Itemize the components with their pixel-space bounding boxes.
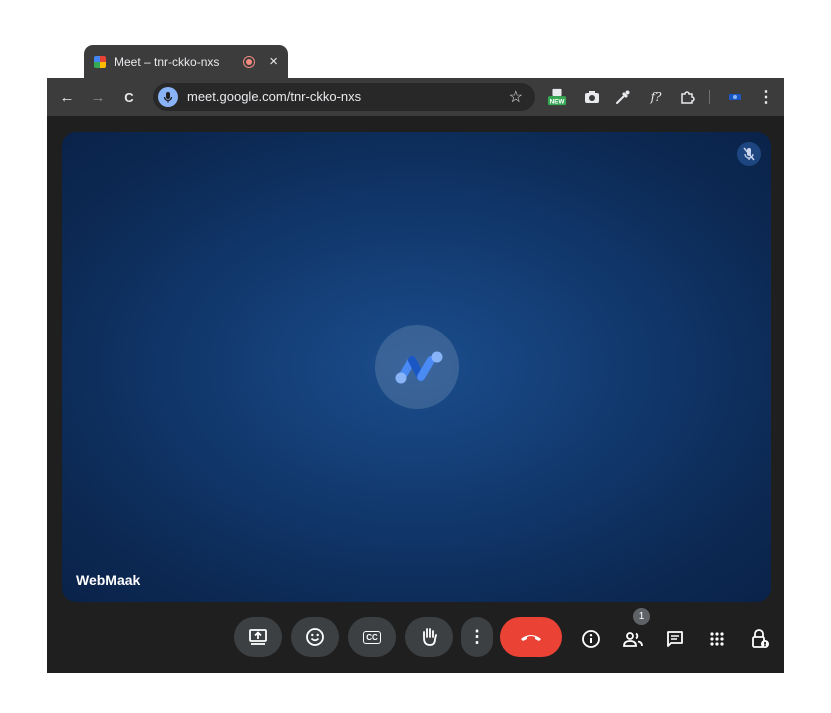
back-button[interactable]: ← <box>56 86 78 108</box>
captions-button[interactable]: CC <box>348 617 396 657</box>
participant-avatar <box>375 325 459 409</box>
present-screen-button[interactable] <box>234 617 282 657</box>
eyedropper-extension-icon[interactable] <box>613 87 633 107</box>
host-controls-button[interactable] <box>748 627 772 651</box>
chat-icon <box>667 631 683 647</box>
browser-menu-icon[interactable]: ⋮ <box>756 87 776 107</box>
camera-extension-icon[interactable] <box>582 87 602 107</box>
meet-content: WebMaak CC ⋮ 1 <box>47 116 784 673</box>
new-extension-icon[interactable]: NEW <box>547 87 567 107</box>
info-icon <box>582 630 600 648</box>
extensions-puzzle-icon[interactable] <box>677 87 697 107</box>
profile-extension-icon[interactable] <box>725 87 745 107</box>
reload-button[interactable]: C <box>118 86 140 108</box>
browser-toolbar: ← → C meet.google.com/tnr-ckko-nxs ☆ NEW <box>47 78 784 116</box>
chat-button[interactable] <box>663 627 687 651</box>
call-controls-bar: CC ⋮ 1 <box>47 602 784 673</box>
people-count-badge: 1 <box>633 608 650 625</box>
browser-window: Meet – tnr-ckko-nxs × ← → C meet.google.… <box>47 43 784 673</box>
recording-indicator-icon <box>243 55 256 68</box>
new-badge-label: NEW <box>550 98 565 105</box>
address-url[interactable]: meet.google.com/tnr-ckko-nxs <box>187 89 361 104</box>
muted-microphone-icon <box>737 142 761 166</box>
emoji-icon <box>306 628 324 646</box>
bookmark-star-icon[interactable]: ☆ <box>509 87 523 107</box>
address-bar[interactable]: meet.google.com/tnr-ckko-nxs ☆ <box>153 83 535 111</box>
microphone-site-icon[interactable] <box>158 87 178 107</box>
more-options-button[interactable]: ⋮ <box>461 617 493 657</box>
captions-icon: CC <box>363 630 381 644</box>
emoji-reaction-button[interactable] <box>291 617 339 657</box>
tab-title: Meet – tnr-ckko-nxs <box>114 54 220 69</box>
raise-hand-icon <box>423 628 437 646</box>
browser-tab[interactable]: Meet – tnr-ckko-nxs × <box>84 45 288 78</box>
present-screen-icon <box>249 629 267 645</box>
participant-tile: WebMaak <box>62 132 771 602</box>
raise-hand-button[interactable] <box>405 617 453 657</box>
webmaak-logo-icon <box>395 351 443 384</box>
forward-button[interactable]: → <box>87 86 109 108</box>
leave-call-button[interactable] <box>500 617 562 657</box>
people-button[interactable] <box>621 627 645 651</box>
font-extension-icon[interactable]: f? <box>646 87 666 107</box>
meeting-info-button[interactable] <box>579 627 603 651</box>
toolbar-divider <box>709 90 710 104</box>
end-call-icon <box>521 635 541 641</box>
meet-favicon-icon <box>94 55 106 68</box>
apps-grid-icon <box>710 632 724 646</box>
people-icon <box>623 632 643 647</box>
participant-name: WebMaak <box>76 572 141 588</box>
lock-person-icon <box>752 629 769 648</box>
activities-button[interactable] <box>705 627 729 651</box>
tab-close-icon[interactable]: × <box>269 54 278 69</box>
